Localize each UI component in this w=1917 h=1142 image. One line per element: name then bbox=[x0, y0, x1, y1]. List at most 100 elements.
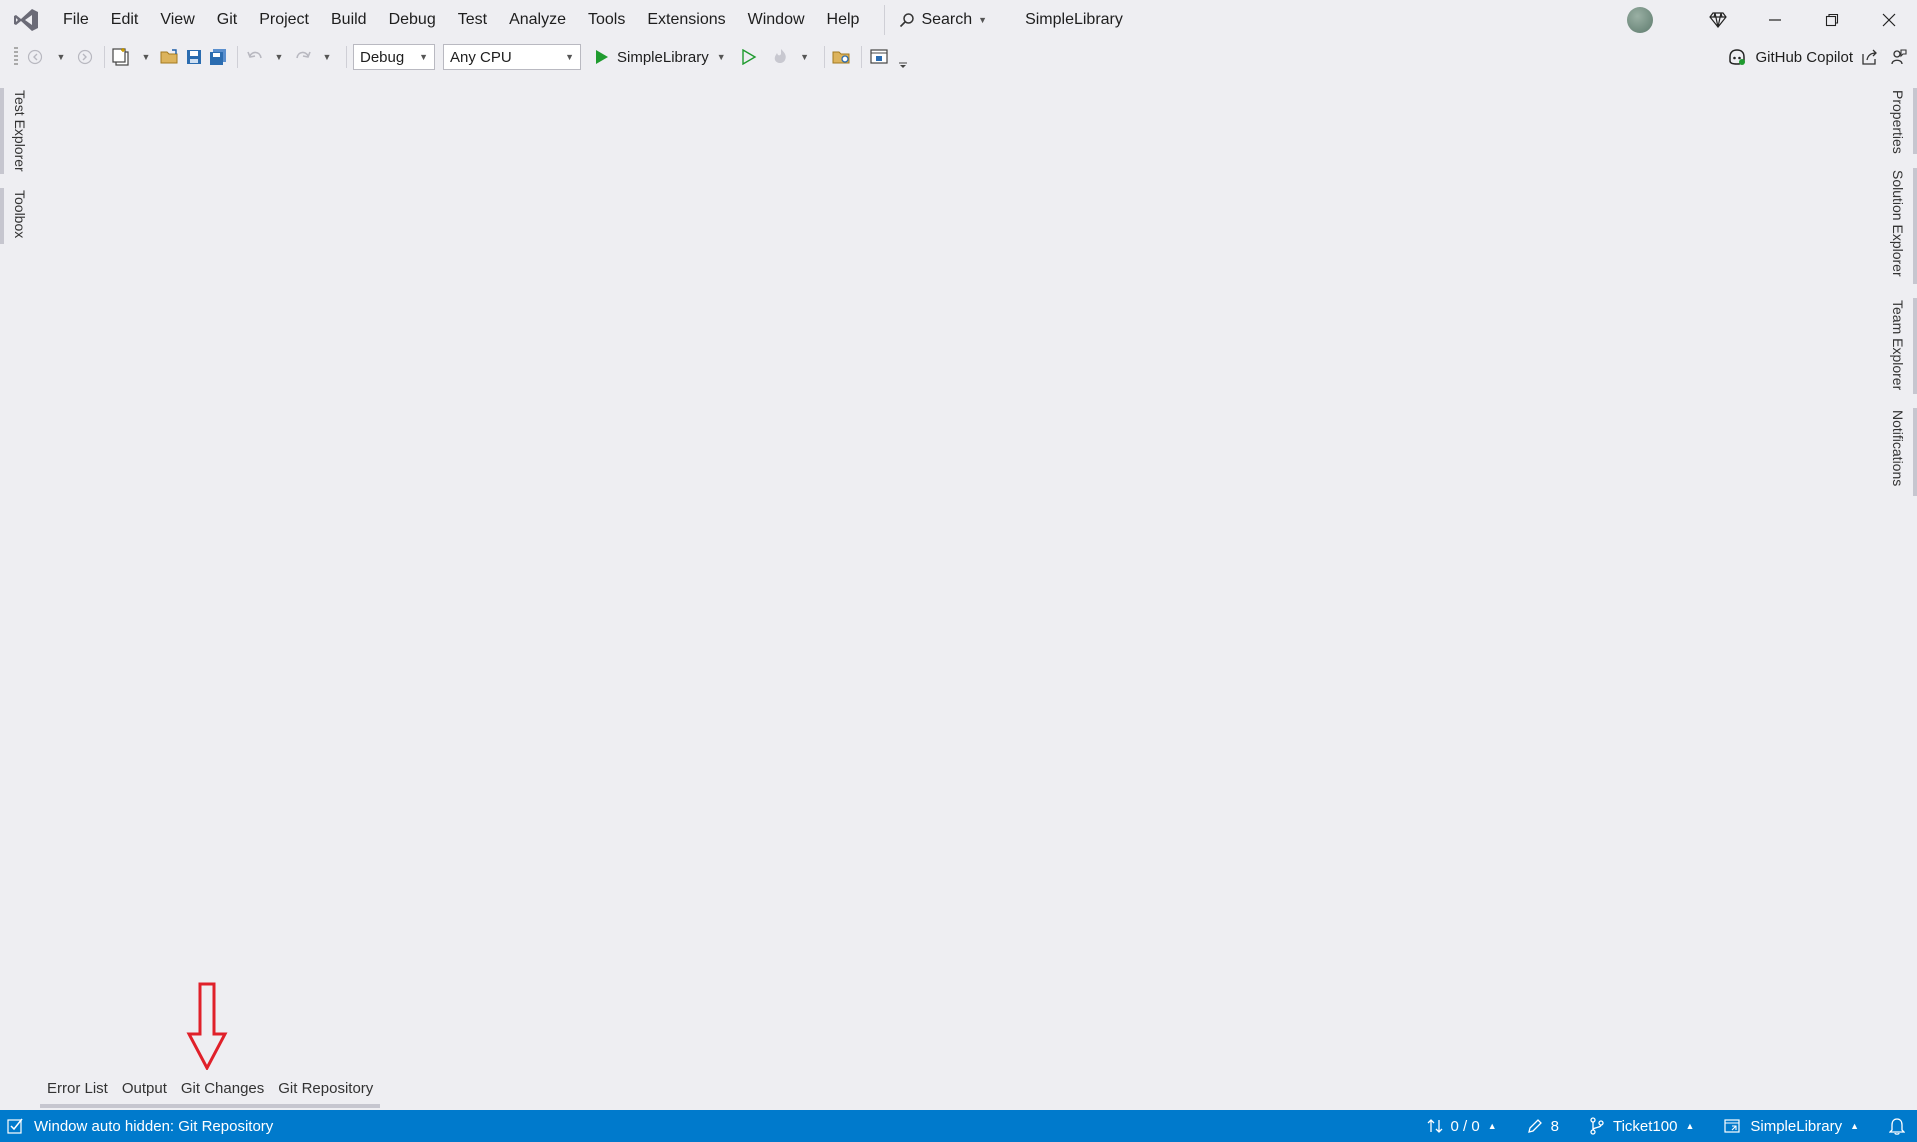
toolbar-separator bbox=[237, 46, 238, 68]
undo-icon[interactable] bbox=[244, 44, 266, 70]
chevron-down-icon: ▼ bbox=[419, 52, 428, 62]
menu-view[interactable]: View bbox=[149, 0, 205, 40]
menu-test[interactable]: Test bbox=[447, 0, 498, 40]
browse-folder-icon[interactable] bbox=[831, 44, 853, 70]
chevron-up-icon: ▲ bbox=[1487, 1121, 1497, 1131]
menu-bar: File Edit View Git Project Build Debug T… bbox=[52, 0, 870, 40]
play-icon bbox=[596, 50, 608, 64]
menu-tools[interactable]: Tools bbox=[577, 0, 636, 40]
pencil-icon bbox=[1527, 1119, 1542, 1133]
solution-configuration-dropdown[interactable]: Debug ▼ bbox=[353, 44, 435, 70]
new-project-icon[interactable] bbox=[111, 44, 133, 70]
solution-platform-dropdown[interactable]: Any CPU ▼ bbox=[443, 44, 581, 70]
tab-properties[interactable]: Properties bbox=[1890, 90, 1906, 154]
search-label: Search bbox=[921, 11, 973, 28]
bottom-tool-tabs: Error List Output Git Changes Git Reposi… bbox=[40, 1074, 381, 1108]
chevron-down-icon[interactable]: ▼ bbox=[794, 44, 816, 70]
tab-git-repository[interactable]: Git Repository bbox=[271, 1074, 381, 1108]
restore-icon[interactable] bbox=[1803, 0, 1860, 40]
chevron-up-icon: ▲ bbox=[1850, 1121, 1859, 1131]
branch-button[interactable]: Ticket100 ▲ bbox=[1589, 1117, 1694, 1135]
branch-name: Ticket100 bbox=[1612, 1117, 1678, 1135]
status-message: Window auto hidden: Git Repository bbox=[34, 1117, 274, 1135]
menu-project[interactable]: Project bbox=[248, 0, 320, 40]
toolbar-separator bbox=[346, 46, 347, 68]
toolbar-grip[interactable] bbox=[14, 47, 18, 67]
save-icon[interactable] bbox=[183, 44, 205, 70]
git-branch-icon bbox=[1590, 1117, 1604, 1135]
navigate-back-icon[interactable] bbox=[26, 44, 48, 70]
tab-error-list[interactable]: Error List bbox=[40, 1074, 115, 1108]
menu-file[interactable]: File bbox=[52, 0, 100, 40]
copilot-icon bbox=[1729, 49, 1746, 65]
save-all-icon[interactable] bbox=[207, 44, 229, 70]
window-layout-icon[interactable] bbox=[868, 44, 890, 70]
title-bar: File Edit View Git Project Build Debug T… bbox=[0, 0, 1917, 40]
premium-diamond-icon[interactable] bbox=[1689, 0, 1746, 40]
tab-git-changes[interactable]: Git Changes bbox=[173, 1074, 272, 1108]
toolbar-separator bbox=[860, 46, 862, 68]
status-bar: Window auto hidden: Git Repository 0 / 0… bbox=[0, 1110, 1917, 1142]
configuration-value: Debug bbox=[360, 48, 405, 66]
navigate-forward-icon[interactable] bbox=[74, 44, 96, 70]
chevron-down-icon: ▼ bbox=[978, 15, 988, 25]
menu-extensions[interactable]: Extensions bbox=[636, 0, 736, 40]
notifications-tab-indicator bbox=[1913, 408, 1917, 496]
close-icon[interactable] bbox=[1860, 0, 1917, 40]
toolbar-separator bbox=[823, 46, 825, 68]
chevron-up-icon: ▲ bbox=[1685, 1121, 1695, 1131]
tab-test-explorer[interactable]: Test Explorer bbox=[12, 90, 28, 172]
tab-output[interactable]: Output bbox=[114, 1074, 174, 1108]
chevron-down-icon[interactable]: ▼ bbox=[316, 44, 338, 70]
platform-value: Any CPU bbox=[450, 48, 512, 66]
user-avatar[interactable] bbox=[1627, 7, 1653, 33]
menu-window[interactable]: Window bbox=[737, 0, 816, 40]
menu-git[interactable]: Git bbox=[206, 0, 248, 40]
toolbar-options-icon[interactable] bbox=[892, 44, 914, 70]
search-button[interactable]: Search ▼ bbox=[884, 5, 993, 35]
menu-help[interactable]: Help bbox=[816, 0, 871, 40]
open-folder-icon[interactable] bbox=[159, 44, 181, 70]
sync-arrows-icon bbox=[1427, 1119, 1442, 1133]
sync-count: 0 / 0 bbox=[1450, 1117, 1480, 1135]
menu-edit[interactable]: Edit bbox=[100, 0, 150, 40]
start-debugging-button[interactable]: SimpleLibrary ▼ bbox=[595, 49, 726, 66]
visual-studio-logo-icon[interactable] bbox=[12, 6, 40, 34]
run-target-label: SimpleLibrary bbox=[617, 48, 709, 66]
chevron-down-icon: ▼ bbox=[716, 52, 726, 62]
feedback-icon[interactable] bbox=[1885, 44, 1911, 70]
pending-changes-button[interactable]: 8 bbox=[1527, 1118, 1559, 1135]
team-explorer-tab-indicator bbox=[1913, 298, 1917, 394]
notifications-bell-icon[interactable] bbox=[1889, 1117, 1905, 1135]
chevron-down-icon[interactable]: ▼ bbox=[50, 44, 72, 70]
ready-check-icon bbox=[7, 1118, 23, 1134]
toolbox-tab-indicator bbox=[0, 188, 4, 244]
changes-count: 8 bbox=[1550, 1117, 1559, 1135]
search-icon bbox=[900, 13, 915, 28]
minimize-icon[interactable] bbox=[1746, 0, 1803, 40]
toolbar-separator bbox=[104, 46, 105, 68]
solution-explorer-tab-indicator bbox=[1913, 168, 1917, 284]
repository-button[interactable]: SimpleLibrary ▲ bbox=[1724, 1118, 1859, 1135]
github-copilot-button[interactable]: GitHub Copilot bbox=[1727, 40, 1853, 74]
test-explorer-tab-indicator bbox=[0, 88, 4, 174]
tab-solution-explorer[interactable]: Solution Explorer bbox=[1890, 170, 1906, 277]
tab-team-explorer[interactable]: Team Explorer bbox=[1890, 300, 1906, 390]
chevron-down-icon[interactable]: ▼ bbox=[268, 44, 290, 70]
repository-name: SimpleLibrary bbox=[1750, 1117, 1843, 1135]
menu-build[interactable]: Build bbox=[320, 0, 378, 40]
tab-toolbox[interactable]: Toolbox bbox=[12, 190, 28, 238]
menu-debug[interactable]: Debug bbox=[378, 0, 447, 40]
annotation-arrow-icon bbox=[186, 982, 228, 1070]
repository-icon bbox=[1724, 1119, 1740, 1133]
solution-title: SimpleLibrary bbox=[1025, 11, 1123, 28]
share-icon[interactable] bbox=[1857, 44, 1883, 70]
chevron-down-icon[interactable]: ▼ bbox=[135, 44, 157, 70]
sync-status-button[interactable]: 0 / 0 ▲ bbox=[1427, 1118, 1497, 1135]
copilot-label: GitHub Copilot bbox=[1755, 48, 1853, 66]
redo-icon[interactable] bbox=[292, 44, 314, 70]
menu-analyze[interactable]: Analyze bbox=[498, 0, 577, 40]
start-without-debugging-icon[interactable] bbox=[738, 44, 760, 70]
tab-notifications[interactable]: Notifications bbox=[1890, 410, 1906, 486]
hot-reload-icon[interactable] bbox=[770, 44, 792, 70]
